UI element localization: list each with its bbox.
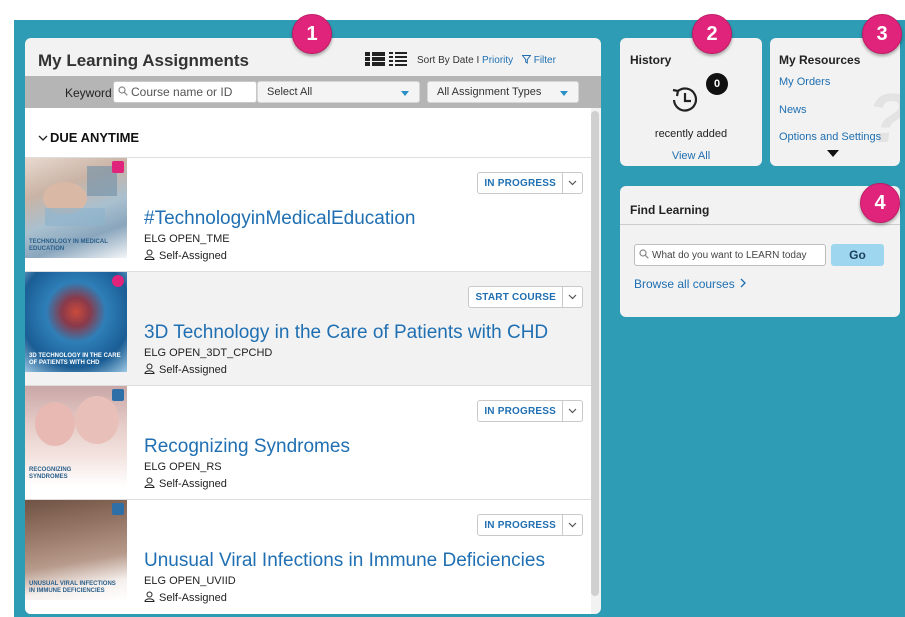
course-row[interactable]: 3D TECHNOLOGY IN THE CARE OF PATIENTS WI… [25, 272, 591, 386]
chevron-down-icon[interactable] [563, 514, 583, 536]
course-code: ELG OPEN_3DT_CPCHD [144, 347, 273, 359]
list-view-icon[interactable] [365, 52, 385, 71]
compact-list-view-icon[interactable] [389, 52, 407, 71]
resources-my-orders-link[interactable]: My Orders [779, 76, 830, 88]
resources-options-link[interactable]: Options and Settings [779, 131, 881, 143]
course-code: ELG OPEN_RS [144, 461, 222, 473]
user-icon [144, 363, 155, 377]
vr-badge-icon [112, 161, 124, 173]
course-code: ELG OPEN_TME [144, 233, 230, 245]
course-assignment: Self-Assigned [144, 591, 227, 605]
course-status-button[interactable]: IN PROGRESS [477, 400, 563, 422]
go-button[interactable]: Go [831, 244, 884, 266]
select-all-dropdown[interactable]: Select All [257, 81, 420, 103]
keyword-placeholder: Course name or ID [131, 85, 233, 99]
resources-news-link[interactable]: News [779, 104, 807, 116]
callout-marker-3: 3 [862, 14, 902, 54]
course-status-button[interactable]: IN PROGRESS [477, 514, 563, 536]
course-title-link[interactable]: #TechnologyinMedicalEducation [144, 208, 415, 230]
user-icon [144, 477, 155, 491]
history-subtitle: recently added [654, 128, 728, 140]
thumbnail-caption: TECHNOLOGY IN MEDICAL EDUCATION [29, 238, 108, 252]
view-toggle [365, 52, 407, 71]
find-learning-search-input[interactable]: What do you want to LEARN today [634, 244, 826, 266]
course-thumbnail[interactable]: RECOGNIZING SYNDROMES [25, 386, 127, 486]
assignment-list: DUE ANYTIME TECHNOLOGY IN MEDICAL EDUCAT… [25, 108, 591, 614]
find-learning-placeholder: What do you want to LEARN today [652, 249, 807, 261]
search-icon [639, 248, 649, 262]
filter-icon[interactable] [521, 55, 534, 66]
assignment-types-value: All Assignment Types [437, 86, 542, 98]
sort-by-date[interactable]: Sort By Date I [417, 55, 482, 66]
keyword-label: Keyword [65, 86, 112, 100]
thumbnail-caption: RECOGNIZING SYNDROMES [29, 466, 72, 480]
resources-title: My Resources [779, 53, 861, 67]
history-panel: History 0 recently added View All [620, 38, 762, 166]
filter-link[interactable]: Filter [534, 55, 556, 66]
filter-bar: Keyword Course name or ID Select All All… [25, 76, 601, 108]
list-scrollbar[interactable] [591, 111, 599, 596]
user-icon [144, 591, 155, 605]
assignments-title: My Learning Assignments [38, 51, 249, 70]
assignment-type-text: Self-Assigned [159, 592, 227, 604]
callout-marker-2: 2 [692, 14, 732, 54]
course-assignment: Self-Assigned [144, 477, 227, 491]
callout-marker-1: 1 [292, 14, 332, 54]
keyword-search-input[interactable]: Course name or ID [113, 81, 257, 103]
hand-badge-icon [112, 503, 124, 515]
thumbnail-caption: 3D TECHNOLOGY IN THE CARE OF PATIENTS WI… [29, 352, 121, 366]
learning-assignments-panel: My Learning Assignments Sort By Date I P… [25, 38, 601, 614]
course-row[interactable]: RECOGNIZING SYNDROMES IN PROGRESS Recogn… [25, 386, 591, 500]
assignment-types-dropdown[interactable]: All Assignment Types [427, 81, 579, 103]
course-status-button[interactable]: IN PROGRESS [477, 172, 563, 194]
callout-marker-4: 4 [860, 183, 900, 223]
sort-priority-link[interactable]: Priority [482, 55, 513, 66]
hand-badge-icon [112, 389, 124, 401]
find-learning-panel: Find Learning What do you want to LEARN … [620, 186, 900, 317]
heart-badge-icon [112, 275, 124, 287]
course-title-link[interactable]: 3D Technology in the Care of Patients wi… [144, 322, 548, 344]
course-assignment: Self-Assigned [144, 249, 227, 263]
course-status-button[interactable]: START COURSE [468, 286, 563, 308]
resources-decoration: ? [867, 78, 900, 158]
assignment-type-text: Self-Assigned [159, 478, 227, 490]
thumbnail-caption: UNUSUAL VIRAL INFECTIONS IN IMMUNE DEFIC… [29, 580, 116, 594]
course-code: ELG OPEN_UVIID [144, 575, 236, 587]
history-count-badge: 0 [706, 73, 728, 95]
assignment-type-text: Self-Assigned [159, 250, 227, 262]
course-thumbnail[interactable]: 3D TECHNOLOGY IN THE CARE OF PATIENTS WI… [25, 272, 127, 372]
resources-panel: ? My Resources My Orders News Options an… [770, 38, 900, 166]
sort-controls: Sort By Date I Priority Filter [417, 55, 556, 66]
due-anytime-label: DUE ANYTIME [38, 130, 139, 145]
course-title-link[interactable]: Recognizing Syndromes [144, 436, 350, 458]
assignment-type-text: Self-Assigned [159, 364, 227, 376]
user-icon [144, 249, 155, 263]
history-view-all-link[interactable]: View All [620, 150, 762, 162]
history-title: History [630, 53, 672, 67]
chevron-down-icon[interactable] [563, 400, 583, 422]
caret-down-icon[interactable] [827, 150, 839, 157]
divider [620, 224, 900, 225]
find-learning-title: Find Learning [630, 203, 710, 217]
course-row[interactable]: UNUSUAL VIRAL INFECTIONS IN IMMUNE DEFIC… [25, 500, 591, 614]
course-thumbnail[interactable]: TECHNOLOGY IN MEDICAL EDUCATION [25, 158, 127, 258]
course-thumbnail[interactable]: UNUSUAL VIRAL INFECTIONS IN IMMUNE DEFIC… [25, 500, 127, 600]
course-row[interactable]: TECHNOLOGY IN MEDICAL EDUCATION IN PROGR… [25, 158, 591, 272]
browse-all-courses-link[interactable]: Browse all courses [634, 277, 747, 291]
due-anytime-group[interactable]: DUE ANYTIME [25, 108, 591, 158]
search-icon [118, 85, 128, 99]
course-title-link[interactable]: Unusual Viral Infections in Immune Defic… [144, 550, 545, 572]
chevron-down-icon[interactable] [563, 286, 583, 308]
chevron-down-icon[interactable] [563, 172, 583, 194]
course-assignment: Self-Assigned [144, 363, 227, 377]
chevron-down-icon [560, 91, 568, 96]
chevron-down-icon [401, 91, 409, 96]
history-clock-icon [665, 82, 705, 123]
select-all-value: Select All [267, 86, 313, 98]
